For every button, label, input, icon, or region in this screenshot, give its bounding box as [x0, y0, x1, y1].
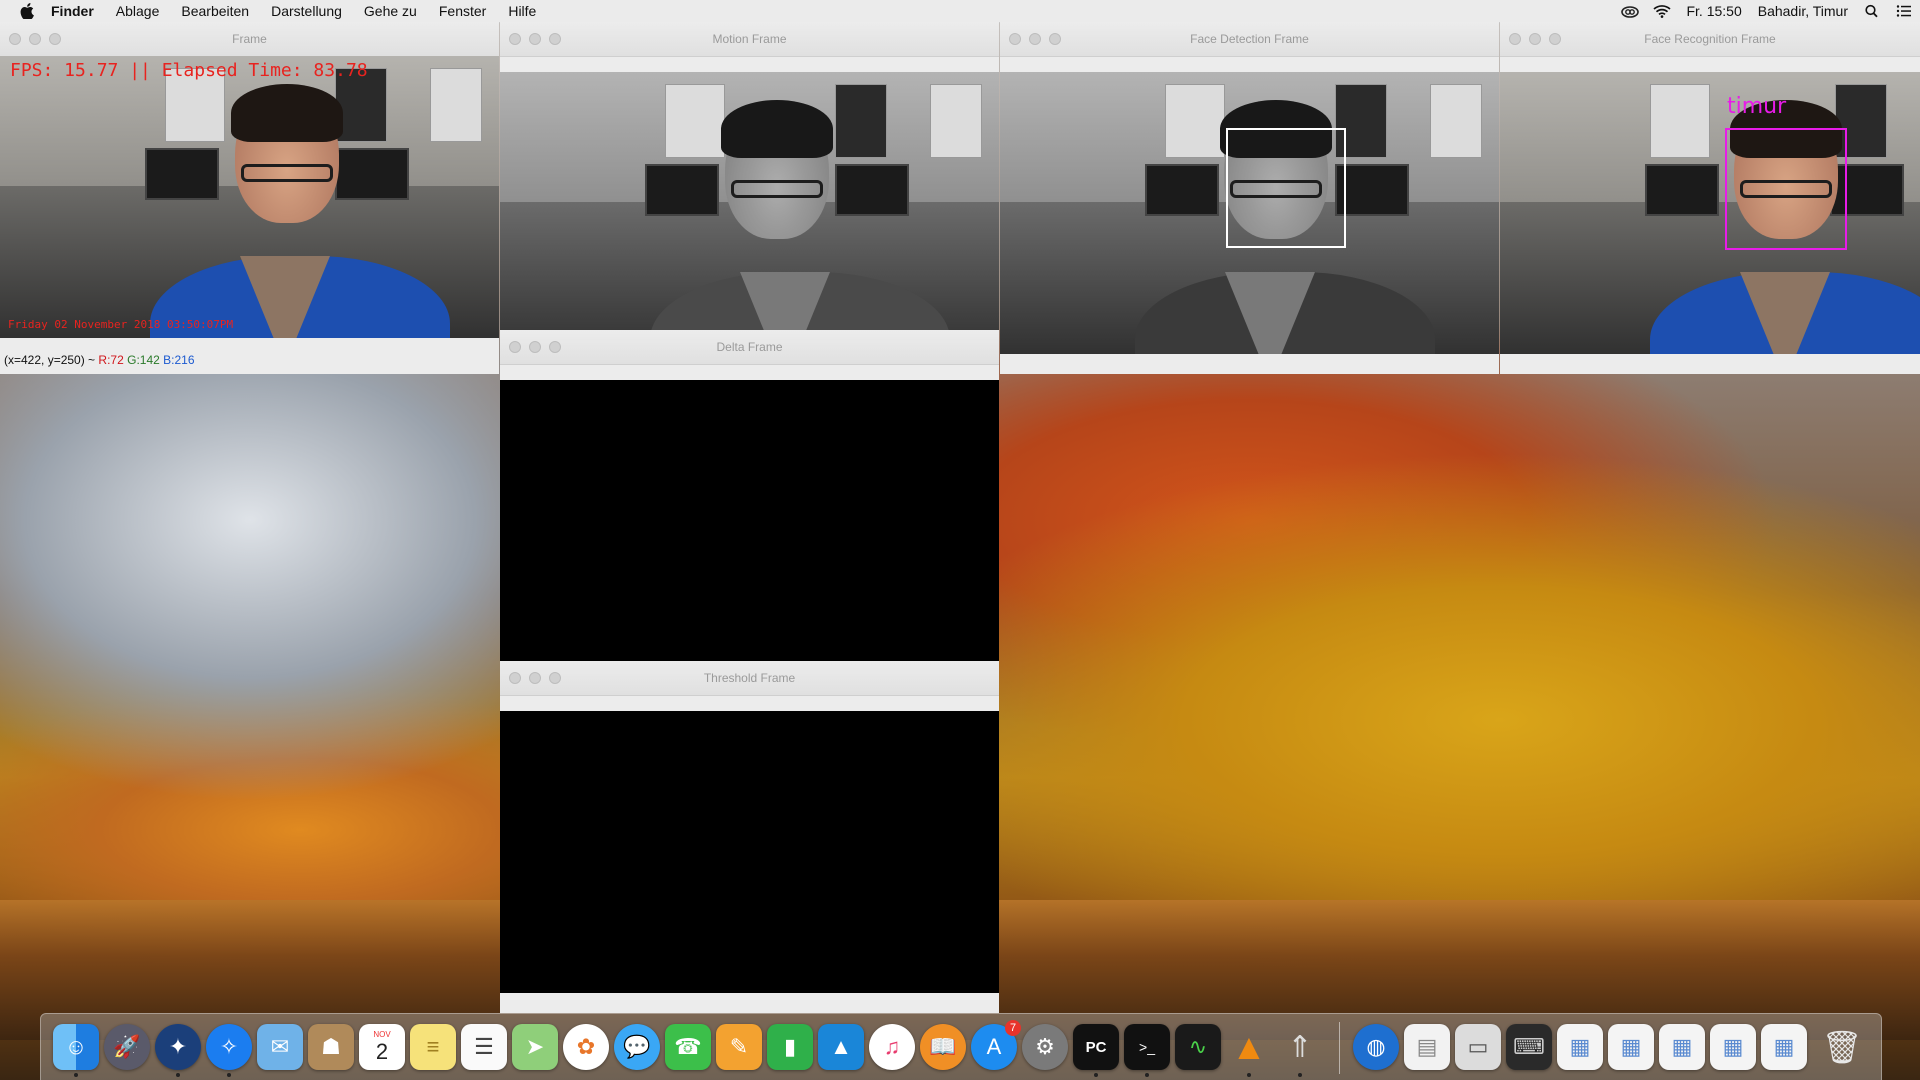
pixel-g-value: G:142 [127, 353, 160, 367]
frame-titlebar[interactable]: Frame [0, 22, 499, 57]
camera-feed-grayscale [500, 72, 999, 354]
pages-icon[interactable]: ✎ [716, 1024, 762, 1070]
menu-ablage[interactable]: Ablage [105, 3, 171, 19]
menu-app-finder[interactable]: Finder [40, 3, 105, 19]
rocket-icon[interactable]: ⇑ [1277, 1024, 1323, 1070]
running-indicator [1094, 1073, 1098, 1077]
running-indicator [176, 1073, 180, 1077]
spotlight-search-icon[interactable] [1863, 4, 1881, 18]
delta-frame-window[interactable]: Delta Frame [500, 330, 999, 662]
pixel-b-value: B:216 [163, 353, 195, 367]
pycharm-label: PC [1085, 1038, 1107, 1056]
appstore-badge: 7 [1005, 1020, 1021, 1036]
maps-icon[interactable]: ➤ [512, 1024, 558, 1070]
face-recognition-titlebar[interactable]: Face Recognition Frame [1500, 22, 1920, 57]
dock: ☺ 🚀 ✦ ✧ ✉ ☗ NOV 2 ≡ ☰ ➤ ✿ 💬 ☎ ✎ ▮ ▲ ♫ 📖 … [40, 1013, 1882, 1080]
window-title: Delta Frame [716, 340, 783, 354]
window-title: Face Detection Frame [1190, 32, 1309, 46]
delta-frame-view [500, 380, 999, 662]
screenshot-2-icon[interactable]: ▦ [1608, 1024, 1654, 1070]
notification-center-icon[interactable] [1895, 4, 1913, 18]
itunes-icon[interactable]: ♫ [869, 1024, 915, 1070]
calendar-icon[interactable]: NOV 2 [359, 1024, 405, 1070]
threshold-frame-view [500, 711, 999, 993]
window-title: Motion Frame [712, 32, 787, 46]
terminal-icon[interactable]: >_ [1124, 1024, 1170, 1070]
messages-icon[interactable]: 💬 [614, 1024, 660, 1070]
running-indicator [1298, 1073, 1302, 1077]
dock-separator [1339, 1022, 1340, 1074]
pixel-coords: (x=422, y=250) ~ [4, 353, 99, 367]
menu-bar: Finder Ablage Bearbeiten Darstellung Geh… [0, 0, 1920, 23]
face-recognition-window[interactable]: Face Recognition Frame timur [1500, 22, 1920, 374]
menu-gehe-zu[interactable]: Gehe zu [353, 3, 428, 19]
running-indicator [227, 1073, 231, 1077]
menu-bearbeiten[interactable]: Bearbeiten [170, 3, 260, 19]
menu-clock[interactable]: Fr. 15:50 [1678, 3, 1749, 19]
face-recognition-box [1725, 128, 1847, 250]
compass-icon[interactable]: ✦ [155, 1024, 201, 1070]
motion-titlebar[interactable]: Motion Frame [500, 22, 999, 57]
frame-window[interactable]: Frame FPS: 15.77 || Elapsed Time: 83.78 … [0, 22, 499, 374]
ibooks-icon[interactable]: 📖 [920, 1024, 966, 1070]
launchpad-icon[interactable]: 🚀 [104, 1024, 150, 1070]
fps-overlay: FPS: 15.77 || Elapsed Time: 83.78 [10, 60, 368, 81]
wifi-icon[interactable] [1653, 4, 1672, 18]
keyboard-icon[interactable]: ⌨ [1506, 1024, 1552, 1070]
menu-hilfe[interactable]: Hilfe [497, 3, 547, 19]
menu-fenster[interactable]: Fenster [428, 3, 497, 19]
screenshot-4-icon[interactable]: ▦ [1710, 1024, 1756, 1070]
facetime-icon[interactable]: ☎ [665, 1024, 711, 1070]
screenshot-3-icon[interactable]: ▦ [1659, 1024, 1705, 1070]
pixel-r-value: R:72 [98, 353, 124, 367]
keynote-icon[interactable]: ▲ [818, 1024, 864, 1070]
window-title: Frame [232, 32, 267, 46]
pycharm-icon[interactable]: PC [1073, 1024, 1119, 1070]
trash-icon[interactable]: 🗑 [1819, 1024, 1865, 1070]
running-indicator [1247, 1073, 1251, 1077]
scanner-icon[interactable]: ▭ [1455, 1024, 1501, 1070]
safari-icon[interactable]: ✧ [206, 1024, 252, 1070]
finder-icon[interactable]: ☺ [53, 1024, 99, 1070]
face-detection-box [1226, 128, 1346, 248]
vlc-icon[interactable]: ▲ [1226, 1024, 1272, 1070]
screenshot-5-icon[interactable]: ▦ [1761, 1024, 1807, 1070]
screenshot-1-icon[interactable]: ▦ [1557, 1024, 1603, 1070]
recognition-label: timur [1727, 94, 1787, 119]
photos-icon[interactable]: ✿ [563, 1024, 609, 1070]
apple-icon[interactable] [20, 3, 34, 19]
camera-feed-recognition: timur [1500, 72, 1920, 354]
system-preferences-icon[interactable]: ⚙ [1022, 1024, 1068, 1070]
notes-icon[interactable]: ≡ [410, 1024, 456, 1070]
window-title: Face Recognition Frame [1644, 32, 1776, 46]
delta-titlebar[interactable]: Delta Frame [500, 330, 999, 365]
appstore-icon[interactable]: A 7 [971, 1020, 1021, 1070]
date-overlay: Friday 02 November 2018 03:50:07PM [8, 318, 234, 331]
threshold-titlebar[interactable]: Threshold Frame [500, 661, 999, 696]
menu-darstellung[interactable]: Darstellung [260, 3, 353, 19]
face-detection-titlebar[interactable]: Face Detection Frame [1000, 22, 1499, 57]
globe-icon[interactable]: ◍ [1353, 1024, 1399, 1070]
mail-icon[interactable]: ✉ [257, 1024, 303, 1070]
pixel-status-bar: (x=422, y=250) ~ R:72 G:142 B:216 [0, 352, 499, 369]
camera-feed-color: FPS: 15.77 || Elapsed Time: 83.78 Friday… [0, 56, 499, 338]
calendar-day: 2 [375, 1039, 389, 1064]
running-indicator [1145, 1073, 1149, 1077]
creative-cloud-icon[interactable] [1621, 4, 1640, 18]
contacts-icon[interactable]: ☗ [308, 1024, 354, 1070]
reminders-icon[interactable]: ☰ [461, 1024, 507, 1070]
menu-user[interactable]: Bahadir, Timur [1750, 3, 1856, 19]
motion-frame-window[interactable]: Motion Frame [500, 22, 999, 354]
threshold-frame-window[interactable]: Threshold Frame [500, 661, 999, 1013]
window-title: Threshold Frame [703, 671, 796, 685]
numbers-icon[interactable]: ▮ [767, 1024, 813, 1070]
camera-feed-detection [1000, 72, 1499, 354]
running-indicator [74, 1073, 78, 1077]
activity-monitor-icon[interactable]: ∿ [1175, 1024, 1221, 1070]
face-detection-window[interactable]: Face Detection Frame [1000, 22, 1499, 374]
document-icon[interactable]: ▤ [1404, 1024, 1450, 1070]
